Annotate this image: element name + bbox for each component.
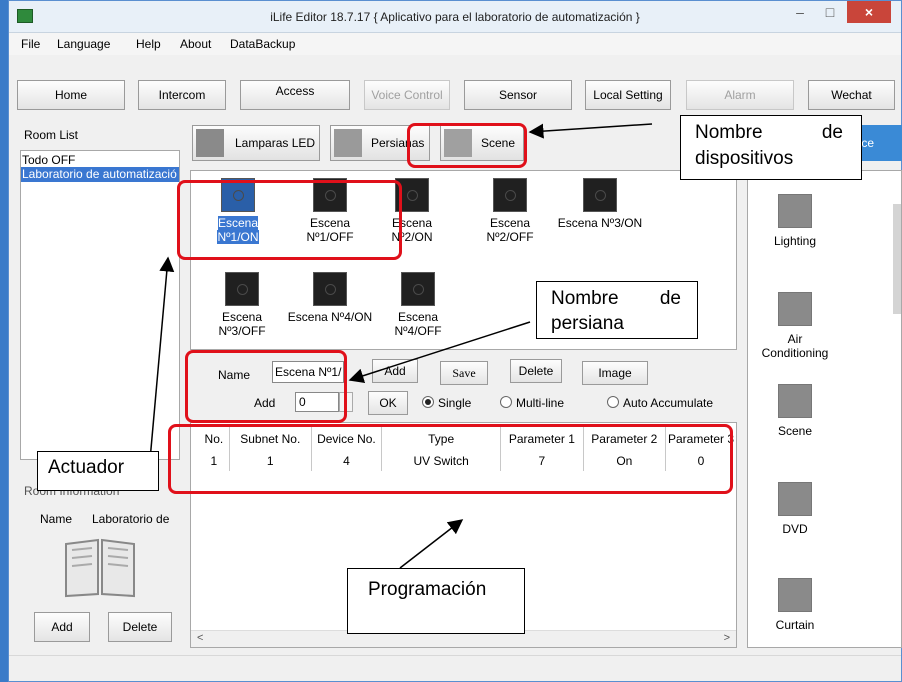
callout-nombre-dispositivos: Nombre de dispositivos	[680, 115, 862, 180]
callout-nombre-persiana: Nombre de persiana	[536, 281, 698, 339]
callout-actuador: Actuador	[37, 451, 159, 491]
arrow-to-scene-buttons	[149, 256, 175, 461]
arrow-to-table	[399, 519, 464, 569]
callout-programacion: Programación	[347, 568, 525, 634]
arrow-to-device-tabs	[528, 123, 653, 139]
arrow-to-name-field	[348, 321, 531, 383]
